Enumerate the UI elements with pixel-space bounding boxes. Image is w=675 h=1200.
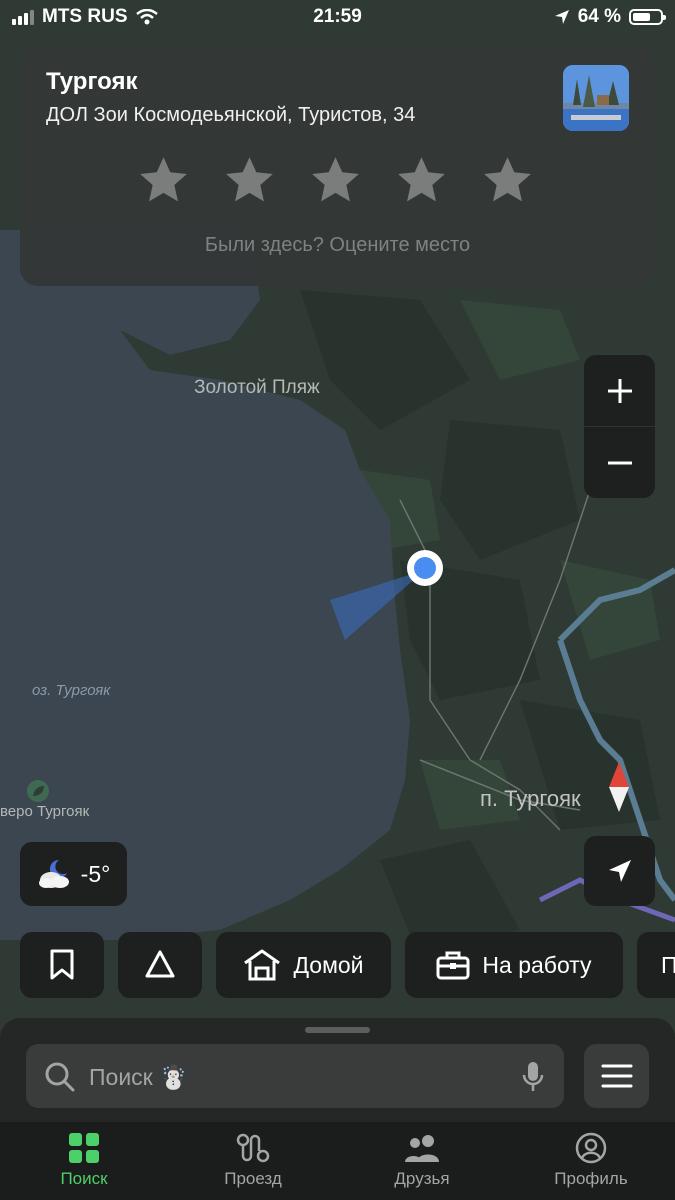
search-sheet: Поиск ☃️	[0, 1018, 675, 1122]
snowman-icon: ☃️	[159, 1064, 188, 1090]
zoom-controls	[584, 355, 655, 498]
search-placeholder: Поиск	[89, 1064, 153, 1090]
compass-icon	[609, 762, 629, 812]
place-photo[interactable]	[563, 65, 629, 131]
home-label: Домой	[293, 951, 364, 978]
tab-profile-label: Профиль	[554, 1169, 628, 1188]
hamburger-icon	[601, 1064, 632, 1088]
star-icon[interactable]	[482, 154, 533, 205]
route-icon	[236, 1133, 270, 1163]
search-bar[interactable]: Поиск ☃️	[26, 1044, 564, 1108]
zoom-in-button[interactable]	[584, 355, 655, 426]
routes-button[interactable]	[118, 932, 202, 998]
more-chip[interactable]: П	[637, 932, 675, 998]
tab-bar: Поиск Проезд Друзья Профиль	[0, 1122, 675, 1200]
star-icon[interactable]	[224, 154, 275, 205]
location-arrow-icon	[554, 10, 569, 24]
grid-icon	[69, 1133, 99, 1163]
work-button[interactable]: На работу	[405, 932, 623, 998]
briefcase-icon	[436, 951, 470, 980]
battery-percent: 64 %	[577, 6, 621, 27]
zoom-out-button[interactable]	[584, 427, 655, 498]
partly-cloudy-night-icon	[38, 859, 69, 888]
star-icon[interactable]	[310, 154, 361, 205]
work-label: На работу	[482, 951, 592, 978]
temperature: -5°	[80, 860, 111, 887]
minus-icon	[607, 461, 632, 464]
tab-friends-label: Друзья	[394, 1169, 450, 1188]
home-button[interactable]: Домой	[216, 932, 391, 998]
star-icon[interactable]	[396, 154, 447, 205]
compass-button[interactable]	[590, 758, 648, 816]
weather-widget[interactable]: -5°	[20, 842, 127, 906]
microphone-icon[interactable]	[520, 1060, 546, 1094]
place-card[interactable]: Тургояк ДОЛ Зои Космодеьянской, Туристов…	[20, 46, 655, 286]
tab-search[interactable]: Поиск	[0, 1132, 168, 1189]
tab-transit-label: Проезд	[224, 1169, 282, 1188]
rate-hint: Были здесь? Оцените место	[204, 234, 471, 256]
star-icon[interactable]	[138, 154, 189, 205]
navigation-arrow-icon	[608, 860, 631, 882]
route-triangle-icon	[145, 950, 175, 978]
more-chip-label: П	[661, 951, 675, 978]
profile-icon	[575, 1132, 607, 1164]
bookmark-icon	[50, 949, 74, 980]
place-address: ДОЛ Зои Космодеьянской, Туристов, 34	[46, 104, 416, 126]
search-input[interactable]: Поиск ☃️	[89, 1064, 188, 1091]
battery-icon	[629, 9, 666, 25]
map-label-village: п. Тургояк	[480, 786, 581, 811]
my-location-button[interactable]	[584, 836, 655, 906]
tab-search-label: Поиск	[60, 1169, 108, 1188]
tab-friends[interactable]: Друзья	[338, 1132, 506, 1189]
map-label-beach: Золотой Пляж	[194, 377, 320, 398]
map-label-lake: оз. Тургояк	[32, 682, 111, 699]
friends-icon	[405, 1135, 439, 1162]
rating-stars[interactable]	[138, 154, 533, 205]
search-icon	[45, 1062, 75, 1092]
place-title: Тургояк	[46, 68, 138, 95]
map-label-poi[interactable]: веро Тургояк	[0, 803, 89, 820]
tab-transit[interactable]: Проезд	[169, 1132, 337, 1189]
plus-icon	[607, 378, 632, 403]
bookmarks-button[interactable]	[20, 932, 104, 998]
tab-profile[interactable]: Профиль	[507, 1132, 675, 1189]
home-icon	[244, 949, 281, 981]
menu-button[interactable]	[584, 1044, 649, 1108]
sheet-handle[interactable]	[305, 1027, 370, 1033]
status-bar: MTS RUS 21:59 64 %	[0, 0, 675, 36]
